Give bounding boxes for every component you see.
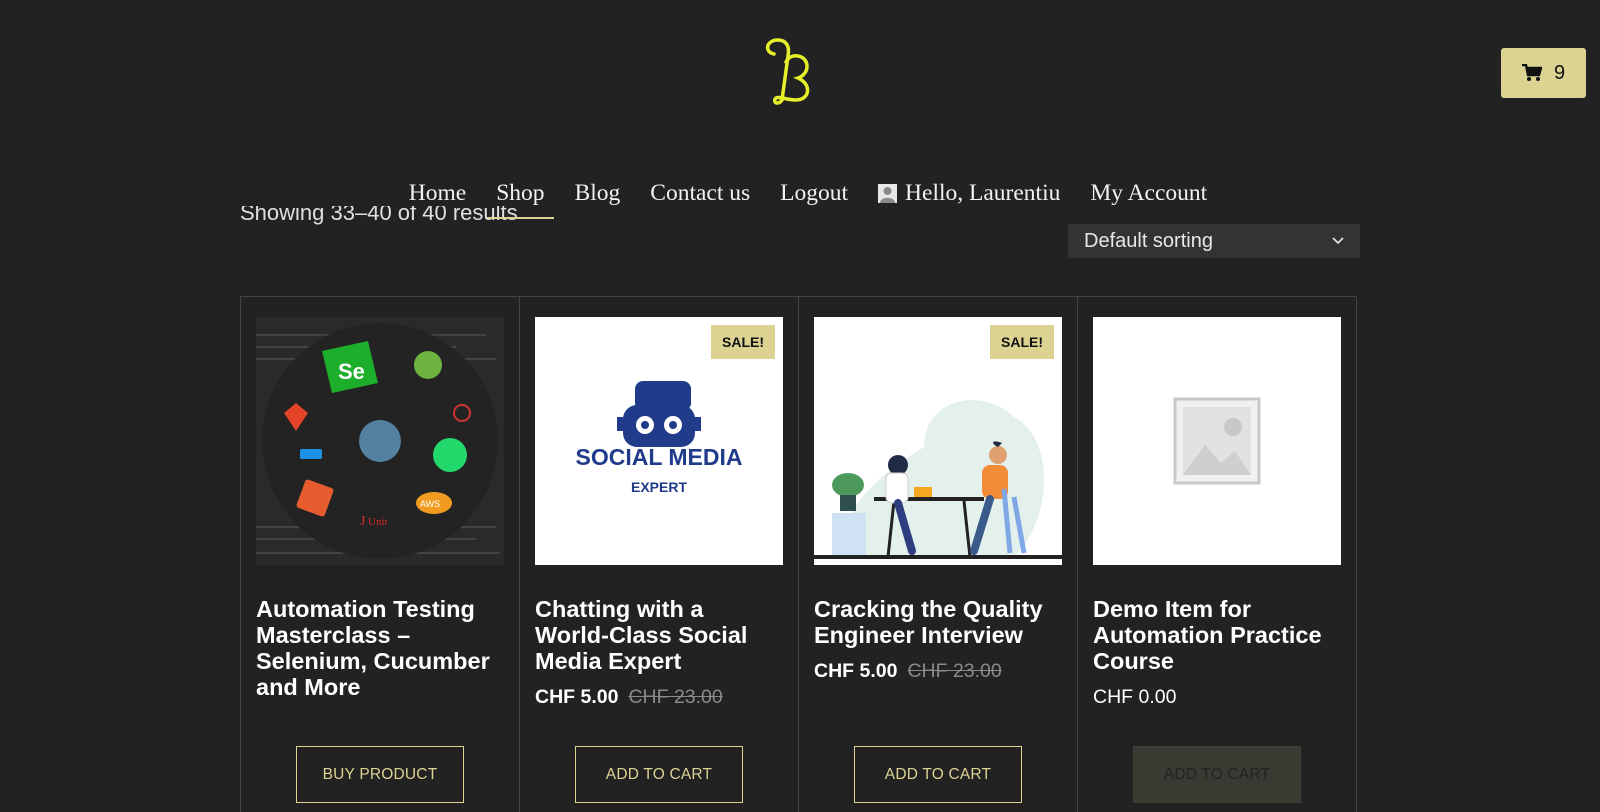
product-card: SOCIAL MEDIA EXPERT SALE! Chatting with … bbox=[520, 297, 799, 812]
product-price: CHF 5.00 CHF 23.00 bbox=[535, 686, 783, 709]
svg-text:AWS: AWS bbox=[420, 499, 440, 509]
svg-text:Se: Se bbox=[338, 359, 365, 384]
cart-count: 9 bbox=[1553, 61, 1566, 84]
product-price: CHF 5.00 CHF 23.00 bbox=[814, 660, 1062, 683]
automation-tools-icon: Se AWS J Unit bbox=[256, 317, 504, 565]
svg-text:EXPERT: EXPERT bbox=[631, 479, 687, 495]
price-current: CHF 5.00 bbox=[535, 686, 619, 708]
nav-item-shop[interactable]: Shop bbox=[481, 174, 559, 221]
price-current: CHF 0.00 bbox=[1093, 686, 1177, 708]
nav-item-home[interactable]: Home bbox=[394, 174, 481, 221]
buy-product-button[interactable]: BUY PRODUCT bbox=[296, 746, 464, 803]
svg-text:Unit: Unit bbox=[368, 516, 388, 528]
product-title[interactable]: Chatting with a World-Class Social Media… bbox=[535, 596, 783, 674]
nav-item-blog[interactable]: Blog bbox=[560, 174, 636, 221]
product-image-placeholder[interactable] bbox=[1093, 317, 1341, 565]
nav-item-contact[interactable]: Contact us bbox=[635, 174, 765, 221]
site-logo[interactable] bbox=[760, 30, 820, 110]
add-to-cart-button[interactable]: ADD TO CART bbox=[1133, 746, 1301, 803]
product-image-automation[interactable]: Se AWS J Unit bbox=[256, 317, 504, 565]
product-price: CHF 0.00 bbox=[1093, 686, 1341, 709]
cart-button[interactable]: 9 bbox=[1501, 48, 1586, 98]
logo-b-icon bbox=[765, 38, 810, 105]
sorting-select[interactable]: Default sorting bbox=[1068, 224, 1360, 258]
product-title[interactable]: Demo Item for Automation Practice Course bbox=[1093, 596, 1341, 674]
svg-text:SOCIAL MEDIA: SOCIAL MEDIA bbox=[576, 444, 743, 470]
price-original: CHF 23.00 bbox=[628, 686, 723, 708]
nav-item-my-account[interactable]: My Account bbox=[1075, 174, 1222, 221]
sale-badge: SALE! bbox=[711, 325, 775, 359]
product-card: SALE! Cracking the Quality Engineer Inte… bbox=[799, 297, 1078, 812]
sale-badge: SALE! bbox=[990, 325, 1054, 359]
price-original: CHF 23.00 bbox=[907, 660, 1002, 682]
product-grid: Se AWS J Unit Automation Testing Masterc… bbox=[240, 296, 1357, 812]
add-to-cart-button[interactable]: ADD TO CART bbox=[575, 746, 743, 803]
product-card: Se AWS J Unit Automation Testing Masterc… bbox=[241, 297, 520, 812]
product-image-interview[interactable]: SALE! bbox=[814, 317, 1062, 565]
product-image-social-media[interactable]: SOCIAL MEDIA EXPERT SALE! bbox=[535, 317, 783, 565]
product-card: Demo Item for Automation Practice Course… bbox=[1078, 297, 1357, 812]
placeholder-image-icon bbox=[1173, 397, 1261, 485]
add-to-cart-button[interactable]: ADD TO CART bbox=[854, 746, 1022, 803]
svg-text:J: J bbox=[360, 514, 366, 529]
chevron-down-icon bbox=[1332, 237, 1344, 245]
nav-item-user[interactable]: Hello, Laurentiu bbox=[863, 174, 1075, 221]
product-title[interactable]: Automation Testing Masterclass – Seleniu… bbox=[256, 596, 504, 700]
nav-item-logout[interactable]: Logout bbox=[765, 174, 863, 221]
product-title[interactable]: Cracking the Quality Engineer Interview bbox=[814, 596, 1062, 648]
avatar-icon bbox=[878, 184, 898, 203]
cart-icon bbox=[1521, 64, 1542, 81]
sorting-selected: Default sorting bbox=[1084, 229, 1213, 252]
price-current: CHF 5.00 bbox=[814, 660, 898, 682]
main-navigation: Home Shop Blog Contact us Logout Hello, … bbox=[0, 174, 1600, 221]
